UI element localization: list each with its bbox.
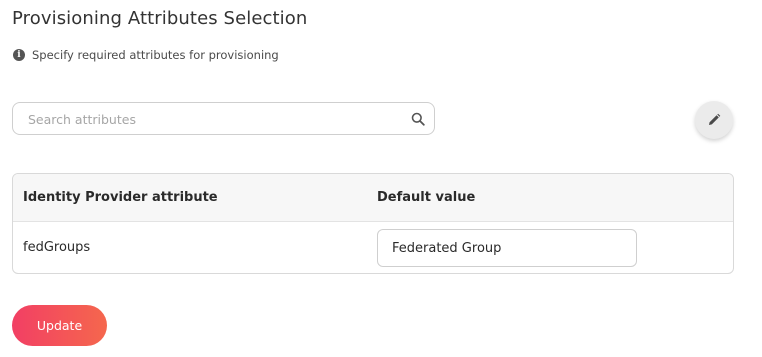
update-button[interactable]: Update (12, 305, 107, 346)
table-row: fedGroups (13, 222, 733, 273)
info-icon: i (13, 49, 25, 61)
search-box (12, 102, 435, 136)
attribute-name: fedGroups (23, 240, 91, 255)
pencil-icon (709, 113, 721, 125)
hint-text: Specify required attributes for provisio… (32, 48, 279, 62)
page-title: Provisioning Attributes Selection (12, 8, 308, 29)
page-hint: i Specify required attributes for provis… (13, 48, 279, 62)
table-header: Identity Provider attribute Default valu… (13, 174, 733, 222)
search-icon[interactable] (411, 112, 425, 126)
edit-button[interactable] (695, 101, 733, 139)
attributes-table: Identity Provider attribute Default valu… (12, 173, 734, 274)
default-value-input[interactable] (377, 229, 637, 267)
column-header-default-value: Default value (377, 190, 476, 205)
search-input[interactable] (26, 103, 410, 136)
column-header-attribute: Identity Provider attribute (23, 190, 218, 205)
